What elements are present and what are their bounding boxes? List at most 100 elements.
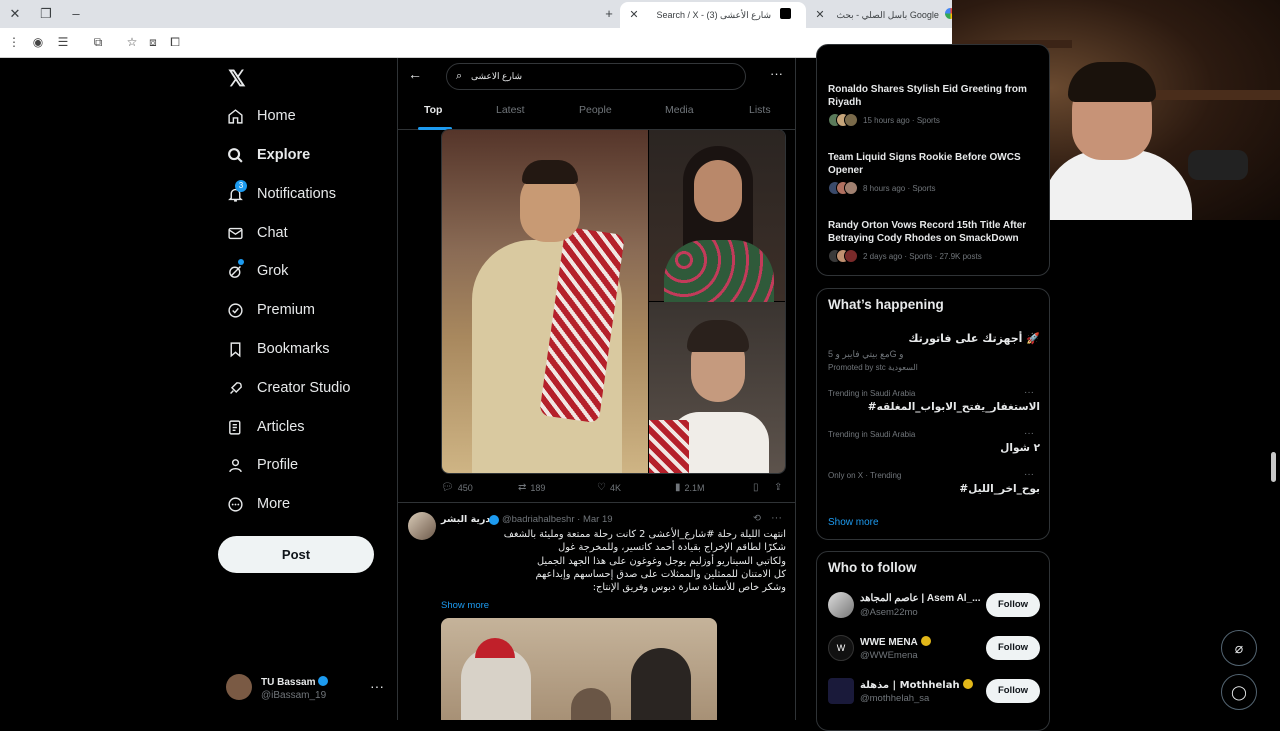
media-photo[interactable] [649,302,785,473]
browser-tab-active[interactable]: ✕ Search / X - شارع الأعشى (3) [620,2,806,28]
views-icon: ▮ [675,482,681,493]
follow-suggestion[interactable]: مذهلة | Mothhelah @mothhelah_sa Follow [828,676,1040,710]
photo-hair [522,160,578,184]
avatar-stack [828,113,858,127]
like-button[interactable]: ♡ 4K [597,482,621,493]
author-name[interactable]: بدرية البشر [441,514,494,525]
trend-item[interactable]: ··· Only on X · Trending #بوح_اخر_الليل [828,469,1040,495]
tweet[interactable]: بدرية البشر @badriahalbeshr · Mar 19 ⟲ ·… [398,506,795,720]
chat-bubble-icon: ◯ [1231,683,1247,700]
more-dots-icon[interactable]: ··· [1024,428,1034,439]
views-button[interactable]: ▮ 2.1M [675,482,705,493]
author-handle[interactable]: @badriahalbeshr · Mar 19 [502,514,613,525]
reply-count: 450 [457,482,473,493]
tab-latest[interactable]: Latest [496,104,525,116]
more-dots-icon[interactable]: ··· [1024,469,1034,480]
promoted-trend[interactable]: أجهزتك على فاتورتك 🚀 مع بيتي فايبر و 5G … [828,329,1040,372]
minimize-window-icon[interactable]: – [68,6,84,22]
webcam-mic [1188,150,1248,180]
extension-icon[interactable]: ◉ [30,34,46,50]
more-dots-icon[interactable]: ··· [1024,387,1034,398]
news-title: Team Liquid Signs Rookie Before OWCS Ope… [828,152,1021,176]
nav-label: Articles [257,419,305,435]
avatar [828,678,854,704]
news-item[interactable]: Ronaldo Shares Stylish Eid Greeting from… [828,83,1038,127]
new-tab-icon[interactable]: + [601,6,617,22]
puzzle-icon[interactable]: ⧉ [90,34,106,50]
browser-toolbar: ⋮ ◉ ☰ ⧉ ☆ ⧈ ⧠ [0,28,952,58]
user-handle: @WWEmena [860,650,918,661]
google-favicon-icon [945,8,952,19]
trend-item[interactable]: ··· Trending in Saudi Arabia #الاستغفار_… [828,387,1040,413]
home-icon [226,107,244,125]
follow-suggestion[interactable]: عاصم المجاهد | Asem Al_... @Asem22mo Fol… [828,590,1040,624]
follow-button[interactable]: Follow [986,679,1040,703]
tab-lists[interactable]: Lists [749,104,771,116]
restore-window-icon[interactable]: ❐ [38,6,54,22]
follow-suggestion[interactable]: W WWE MENA @WWEmena Follow [828,633,1040,667]
search-input[interactable]: ⌕ شارع الاعشى [446,63,746,90]
messages-fab-button[interactable]: ◯ [1221,674,1257,710]
grok-fab-button[interactable]: ⌀ [1221,630,1257,666]
show-more-link[interactable]: Show more [441,600,489,611]
profile-icon [226,456,244,474]
tab-close-icon[interactable]: ✕ [628,2,640,28]
close-window-icon[interactable]: ✕ [7,6,23,22]
back-arrow-icon[interactable]: ← [408,66,422,82]
more-dots-icon[interactable]: ··· [370,678,384,694]
news-item[interactable]: Team Liquid Signs Rookie Before OWCS Ope… [828,151,1038,195]
nav-label: Premium [257,302,316,318]
menu-dots-icon[interactable]: ⋮ [6,34,22,50]
verified-icon [318,676,329,686]
tweet-date: Mar 19 [582,514,613,525]
more-options-icon[interactable]: ··· [770,66,783,81]
news-item[interactable]: Randy Orton Vows Record 15th Title After… [828,219,1038,263]
media-photo[interactable] [442,130,648,473]
nav-notifications[interactable]: 3 Notifications [226,179,336,209]
more-dots-icon[interactable]: ··· [771,512,782,524]
star-icon[interactable]: ☆ [124,34,140,50]
nav-creator-studio[interactable]: Creator Studio [226,373,351,403]
repost-button[interactable]: ⇄ 189 [518,482,545,493]
nav-label: Home [257,108,296,124]
grok-icon: ⌀ [1234,639,1244,656]
tab-media[interactable]: Media [665,104,694,116]
tab-top[interactable]: Top [424,104,442,116]
news-title: Ronaldo Shares Stylish Eid Greeting from… [828,84,1027,108]
nav-bookmarks[interactable]: Bookmarks [226,334,330,364]
media-photo[interactable] [441,618,717,720]
nav-premium[interactable]: Premium [226,295,315,325]
reply-button[interactable]: 💬︎ 450 [441,482,473,493]
bookmark-button[interactable]: ▯ [753,482,763,493]
browser-tab[interactable]: ✕ باسل الصلي - بحث Google [806,2,952,28]
share-button[interactable]: ⇪ [774,482,786,493]
tab-search-icon[interactable]: ⧈ [145,34,161,50]
tab-close-icon[interactable]: ✕ [814,2,826,28]
nav-profile[interactable]: Profile [226,450,298,480]
bell-icon: 3 [226,180,247,203]
show-more-link[interactable]: Show more [828,517,879,528]
nav-chat[interactable]: Chat [226,218,288,248]
media-photo[interactable] [649,130,785,310]
follow-button[interactable]: Follow [986,593,1040,617]
tab-people[interactable]: People [579,104,612,116]
avatar[interactable] [408,512,436,540]
nav-more[interactable]: More [226,489,290,519]
tweet-media-grid[interactable] [441,129,786,474]
x-logo-icon[interactable]: 𝕏 [228,66,246,92]
tune-icon[interactable]: ☰ [55,34,71,50]
trend-item[interactable]: ··· Trending in Saudi Arabia ٢ شوال [828,428,1040,454]
translate-icon[interactable]: ⧠ [167,34,183,50]
news-meta-text: 2 days ago · Sports · 27.9K posts [863,251,982,261]
nav-grok[interactable]: Grok [226,256,288,286]
follow-button[interactable]: Follow [986,636,1040,660]
grok-icon[interactable]: ⟲ [753,513,761,524]
nav-home[interactable]: Home [226,101,296,131]
tweet-line: انتهت الليلة رحلة #شارع_الأعشى 2 كانت رح… [503,529,786,540]
post-button[interactable]: Post [218,536,374,573]
nav-explore[interactable]: Explore [226,140,310,170]
user-name-text: مذهلة | Mothhelah [860,680,960,691]
account-switcher[interactable]: TU Bassam @iBassam_19 ··· [226,672,386,706]
nav-articles[interactable]: Articles [226,412,305,442]
page-scrollbar[interactable] [1271,452,1276,482]
